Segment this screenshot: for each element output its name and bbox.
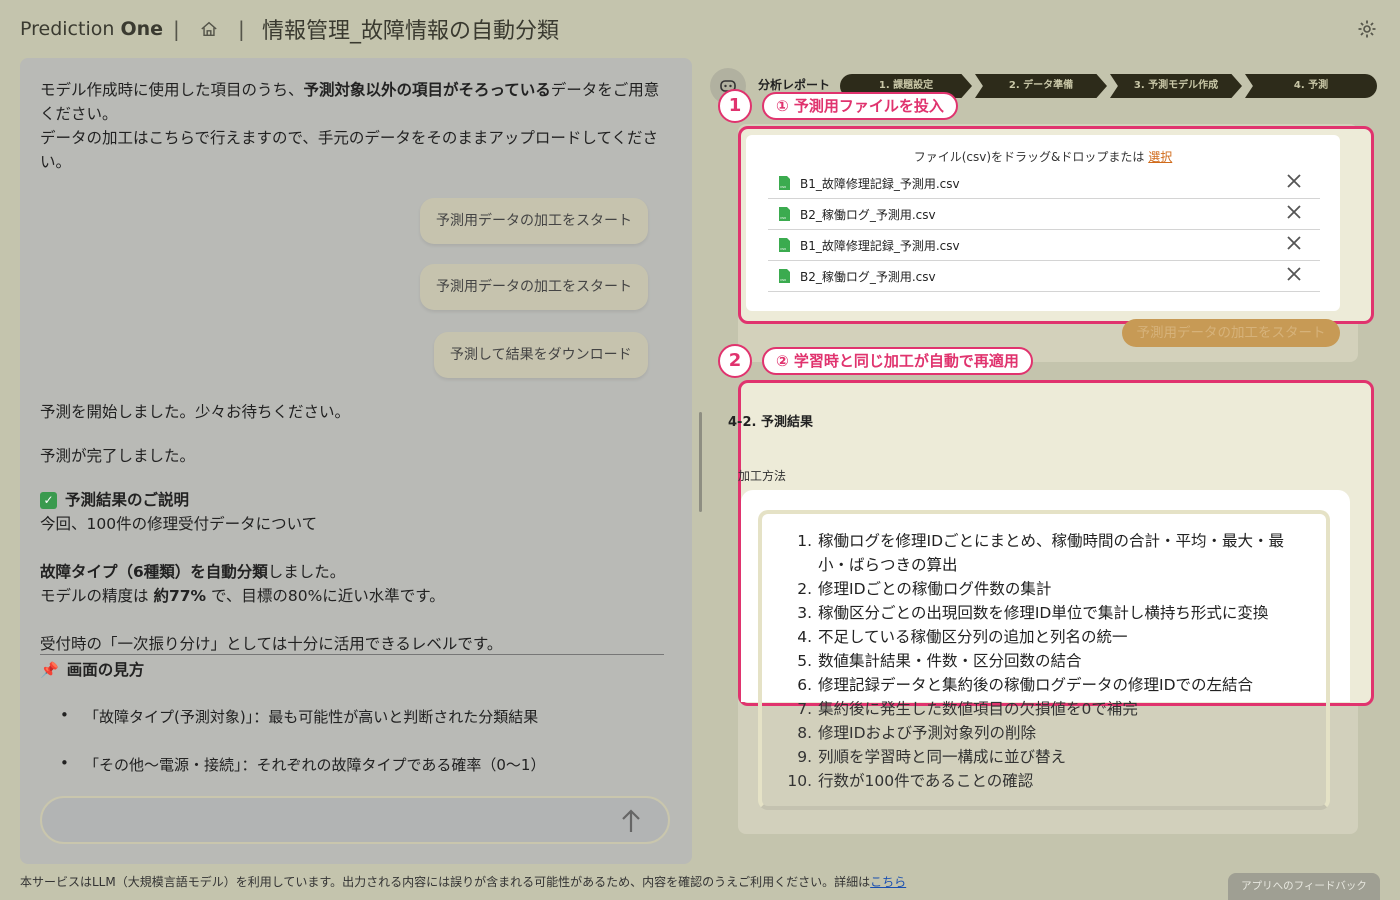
list-item: 5. 数値集計結果・件数・区分回数の結合 bbox=[797, 652, 1082, 670]
accuracy-text: モデルの精度は 約77% で、目標の80%に近い水準です。 bbox=[40, 587, 445, 605]
file-dropzone[interactable]: ファイル(csv)をドラッグ&ドロップまたは 選択 csv B1_故障修理記録_… bbox=[746, 135, 1340, 311]
callout-label: ② 学習時と同じ加工が自動で再適用 bbox=[762, 347, 1033, 375]
select-file-link[interactable]: 選択 bbox=[1148, 150, 1172, 164]
intro-message: モデル作成時に使用した項目のうち、予測対象以外の項目がそろっているデータをご用意… bbox=[40, 81, 660, 171]
checkmark-icon: ✓ bbox=[40, 492, 57, 509]
list-item: 6. 修理記録データと集約後の稼働ログデータの修理IDでの左結合 bbox=[797, 676, 1254, 694]
csv-file-icon: csv bbox=[779, 238, 790, 252]
usage-text: 受付時の「一次振り分け」としては十分に活用できるレベルです。 bbox=[40, 635, 503, 653]
result-title: 4-2. 予測結果 bbox=[728, 415, 813, 430]
resize-handle[interactable] bbox=[699, 412, 702, 512]
list-item: 「その他〜電源・接続」：それぞれの故障タイプである確率（0〜1） bbox=[60, 754, 545, 775]
send-arrow-icon[interactable] bbox=[620, 808, 642, 834]
step-4[interactable]: 4. 予測 bbox=[1245, 74, 1377, 98]
close-icon[interactable] bbox=[1286, 173, 1302, 189]
chat-panel: モデル作成時に使用した項目のうち、予測対象以外の項目がそろっているデータをご用意… bbox=[20, 58, 692, 864]
svg-text:csv: csv bbox=[780, 247, 787, 251]
file-row: csv B1_故障修理記録_予測用.csv bbox=[768, 168, 1320, 199]
header-separator: | bbox=[173, 17, 180, 41]
method-steps: 1. 稼働ログを修理IDごとにまとめ、稼働時間の合計・平均・最大・最小・ばらつきの… bbox=[780, 529, 1310, 793]
close-icon[interactable] bbox=[1286, 204, 1302, 220]
callout-number: 1 bbox=[718, 89, 752, 123]
list-item: 1. 稼働ログを修理IDごとにまとめ、稼働時間の合計・平均・最大・最小・ばらつきの… bbox=[797, 532, 1285, 574]
disclaimer: 本サービスはLLM（大規模言語モデル）を利用しています。出力される内容には誤りが… bbox=[20, 875, 907, 889]
status-message: 予測を開始しました。少々お待ちください。 bbox=[40, 403, 351, 421]
list-item: 「故障タイプ(予測対象)」：最も可能性が高いと判断された分類結果 bbox=[60, 706, 538, 727]
user-message-bubble: 予測用データの加工をスタート bbox=[420, 264, 648, 310]
explain-heading: ✓ 予測結果のご説明 bbox=[40, 488, 189, 510]
status-message: 予測が完了しました。 bbox=[40, 447, 196, 465]
callout-label: ① 予測用ファイルを投入 bbox=[762, 92, 958, 120]
list-item: 8. 修理IDおよび予測対象列の削除 bbox=[797, 724, 1037, 742]
start-processing-button[interactable]: 予測用データの加工をスタート bbox=[1122, 319, 1340, 347]
file-row: csv B2_稼働ログ_予測用.csv bbox=[768, 199, 1320, 230]
user-message-bubble: 予測用データの加工をスタート bbox=[420, 198, 648, 244]
svg-text:csv: csv bbox=[780, 278, 787, 282]
chat-input[interactable] bbox=[40, 796, 670, 844]
step-2[interactable]: 2. データ準備 bbox=[975, 74, 1107, 98]
list-item: 7. 集約後に発生した数値項目の欠損値を0で補完 bbox=[797, 700, 1138, 718]
explain-text: 故障タイプ（6種類）を自動分類しました。 bbox=[40, 563, 346, 581]
step-3[interactable]: 3. 予測モデル作成 bbox=[1110, 74, 1242, 98]
user-message-bubble: 予測して結果をダウンロード bbox=[434, 332, 648, 378]
divider bbox=[40, 654, 664, 655]
csv-file-icon: csv bbox=[779, 207, 790, 221]
method-label: 加工方法 bbox=[738, 469, 787, 483]
pin-icon: 📌 bbox=[40, 661, 59, 679]
dropzone-prompt: ファイル(csv)をドラッグ&ドロップまたは 選択 bbox=[913, 150, 1173, 164]
list-item: 2. 修理IDごとの稼働ログ件数の集計 bbox=[797, 580, 1052, 598]
home-icon[interactable] bbox=[200, 20, 218, 38]
csv-file-icon: csv bbox=[779, 176, 790, 190]
page-title: 情報管理_故障情報の自動分類 bbox=[262, 19, 560, 44]
report-label: 分析レポート bbox=[758, 78, 831, 92]
gear-icon[interactable] bbox=[1357, 19, 1377, 39]
app-logo: Prediction One bbox=[20, 18, 164, 40]
list-item: 4. 不足している稼働区分列の追加と列名の統一 bbox=[797, 628, 1128, 646]
svg-text:csv: csv bbox=[780, 185, 787, 189]
header-separator: | bbox=[238, 17, 245, 41]
file-row: csv B2_稼働ログ_予測用.csv bbox=[768, 261, 1320, 292]
close-icon[interactable] bbox=[1286, 235, 1302, 251]
callout-number: 2 bbox=[718, 344, 752, 378]
feedback-button[interactable]: アプリへのフィードバック bbox=[1228, 873, 1380, 900]
csv-file-icon: csv bbox=[779, 269, 790, 283]
list-item: 10. 行数が100件であることの確認 bbox=[787, 772, 1034, 790]
svg-text:csv: csv bbox=[780, 216, 787, 220]
list-item: 9. 列順を学習時と同一構成に並び替え bbox=[797, 748, 1067, 766]
details-link[interactable]: こちら bbox=[870, 875, 906, 889]
list-item: 3. 稼働区分ごとの出現回数を修理ID単位で集計し横持ち形式に変換 bbox=[797, 604, 1269, 622]
view-heading: 📌 画面の見方 bbox=[40, 661, 145, 679]
explain-text: 今回、100件の修理受付データについて bbox=[40, 515, 318, 533]
close-icon[interactable] bbox=[1286, 266, 1302, 282]
file-row: csv B1_故障修理記録_予測用.csv bbox=[768, 230, 1320, 261]
